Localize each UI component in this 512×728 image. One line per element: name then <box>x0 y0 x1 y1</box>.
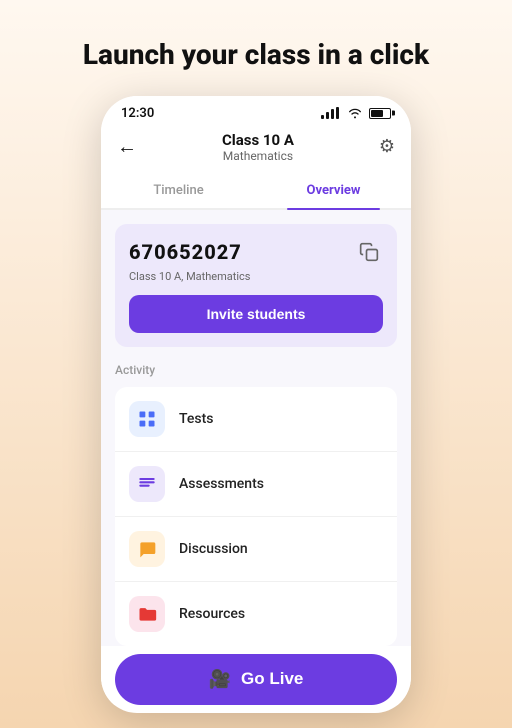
activity-item-assessments[interactable]: Assessments <box>115 452 397 517</box>
tabs-bar: Timeline Overview <box>101 173 411 210</box>
signal-icon <box>321 107 339 119</box>
battery-icon <box>369 108 391 119</box>
activity-list: Tests Assessments Discussion <box>115 387 397 646</box>
go-live-bar: 🎥 Go Live <box>101 654 411 705</box>
invite-code-row: 670652027 <box>129 238 383 266</box>
activity-item-resources[interactable]: Resources <box>115 582 397 646</box>
go-live-button[interactable]: 🎥 Go Live <box>115 654 397 705</box>
status-time: 12:30 <box>121 106 154 121</box>
assessments-icon <box>129 466 165 502</box>
camera-icon: 🎥 <box>209 669 231 690</box>
tests-icon <box>129 401 165 437</box>
copy-button[interactable] <box>355 238 383 266</box>
go-live-label: Go Live <box>241 669 303 689</box>
resources-icon <box>129 596 165 632</box>
invite-card: 670652027 Class 10 A, Mathematics Invite… <box>115 224 397 347</box>
phone-content: 670652027 Class 10 A, Mathematics Invite… <box>101 210 411 646</box>
activity-item-discussion[interactable]: Discussion <box>115 517 397 582</box>
wifi-icon <box>347 107 363 119</box>
discussion-icon <box>129 531 165 567</box>
tests-label: Tests <box>179 411 213 427</box>
status-bar: 12:30 <box>101 96 411 125</box>
invite-subtitle: Class 10 A, Mathematics <box>129 270 383 283</box>
class-name: Class 10 A <box>137 131 379 149</box>
status-icons <box>321 107 391 119</box>
phone-mockup: 12:30 ← Class 10 A Mathematics <box>101 96 411 713</box>
hero-title: Launch your class in a click <box>53 38 459 72</box>
activity-label: Activity <box>115 363 397 377</box>
tab-timeline[interactable]: Timeline <box>101 173 256 208</box>
class-subject: Mathematics <box>137 149 379 163</box>
header-title-block: Class 10 A Mathematics <box>137 131 379 163</box>
assessments-label: Assessments <box>179 476 264 492</box>
settings-button[interactable]: ⚙ <box>379 136 395 157</box>
activity-item-tests[interactable]: Tests <box>115 387 397 452</box>
invite-students-button[interactable]: Invite students <box>129 295 383 333</box>
class-header: ← Class 10 A Mathematics ⚙ <box>101 125 411 173</box>
invite-code: 670652027 <box>129 240 242 264</box>
discussion-label: Discussion <box>179 541 248 557</box>
tab-overview[interactable]: Overview <box>256 173 411 208</box>
back-button[interactable]: ← <box>117 134 137 159</box>
resources-label: Resources <box>179 606 245 622</box>
